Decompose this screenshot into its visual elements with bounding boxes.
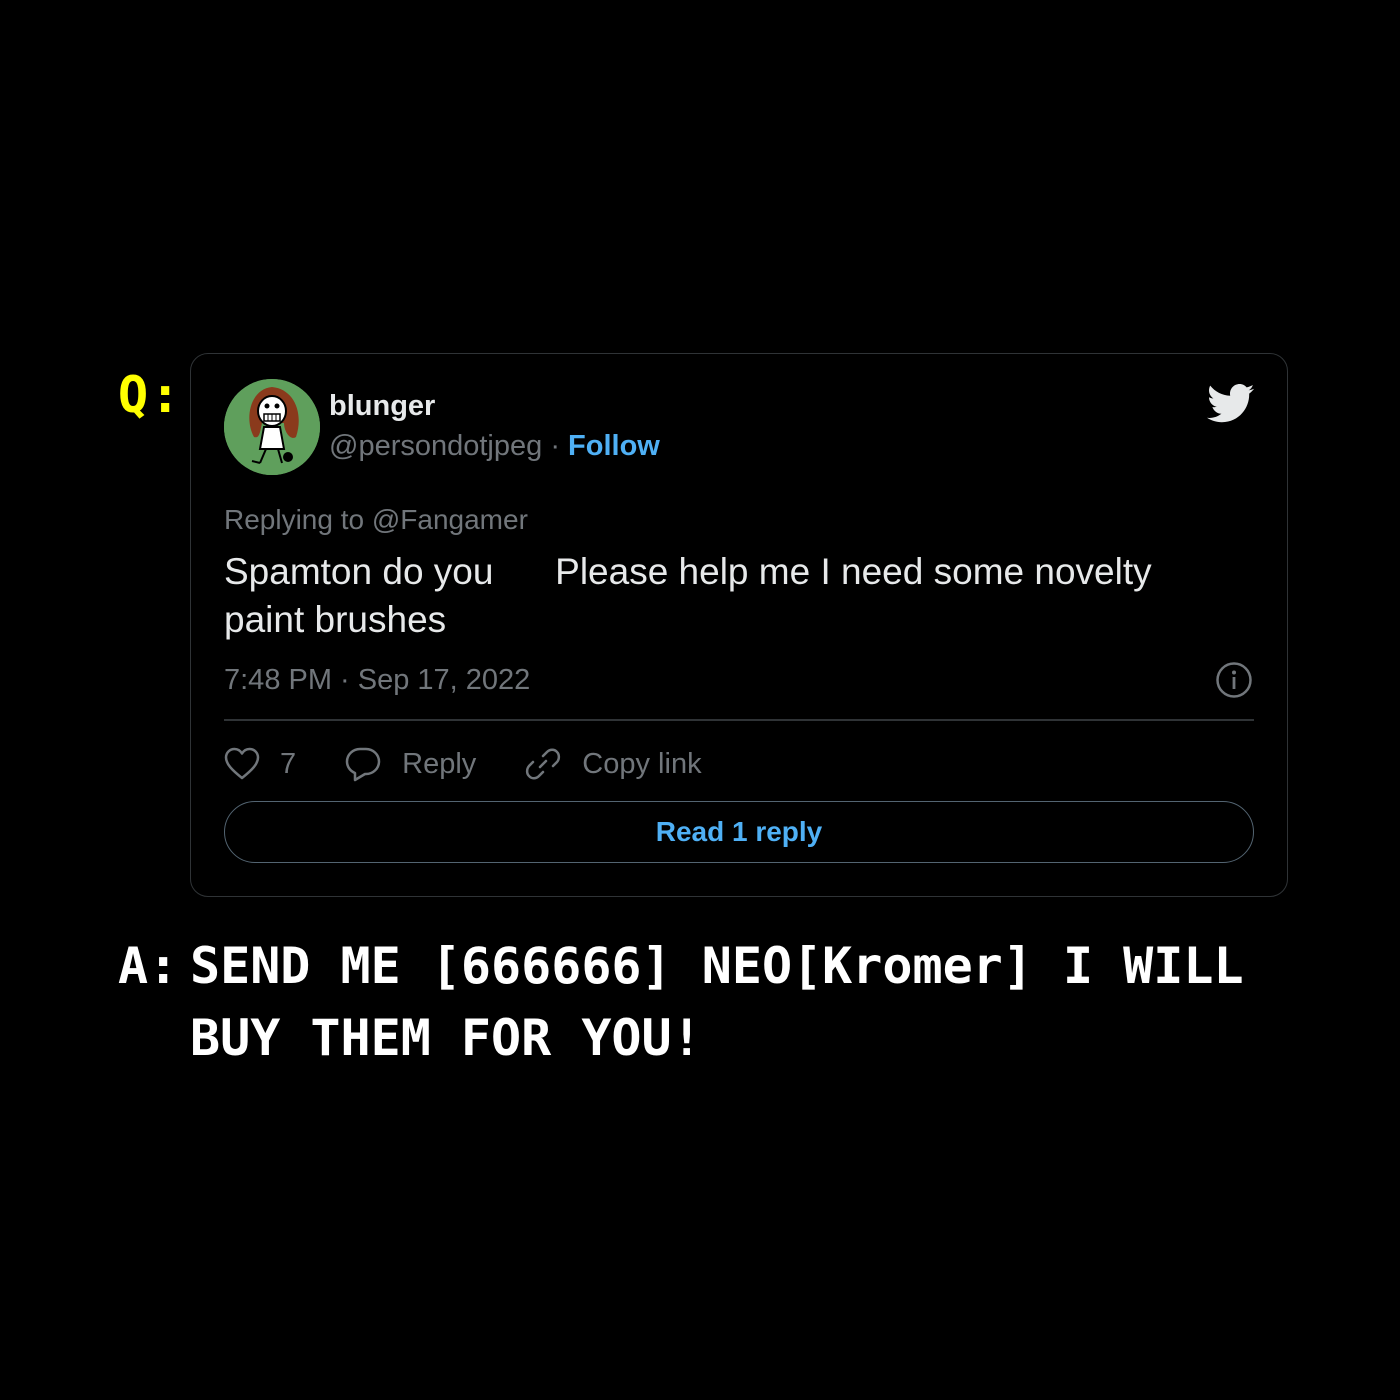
like-count: 7 (280, 747, 297, 780)
avatar[interactable] (224, 379, 320, 475)
replying-to[interactable]: Replying to @Fangamer (224, 504, 528, 536)
question-label: Q: (118, 366, 183, 424)
action-bar: 7 Reply Copy link (224, 742, 750, 786)
speech-bubble-icon (345, 747, 381, 782)
reply-button[interactable]: Reply (344, 746, 476, 782)
twitter-bird-icon[interactable] (1207, 384, 1255, 424)
reply-label: Reply (402, 747, 477, 780)
like-button[interactable]: 7 (224, 747, 296, 781)
tweet-body: Spamton do you Please help me I need som… (224, 548, 1264, 644)
divider (224, 719, 1254, 721)
page: Q: blunger @persondotjpeg · Follow Reply… (0, 0, 1400, 1400)
display-name[interactable]: blunger (329, 390, 435, 423)
embedded-tweet-card[interactable]: blunger @persondotjpeg · Follow Replying… (190, 353, 1288, 897)
follow-button[interactable]: Follow (568, 430, 660, 462)
heart-icon (224, 747, 260, 780)
read-replies-button[interactable]: Read 1 reply (224, 801, 1254, 863)
copy-link-button[interactable]: Copy link (524, 745, 702, 783)
tweet-timestamp[interactable]: 7:48 PM · Sep 17, 2022 (224, 664, 530, 697)
answer-label: A: (118, 937, 179, 995)
tweet-body-line: paint brushes (224, 599, 447, 640)
copy-link-label: Copy link (582, 747, 702, 780)
answer-text: SEND ME [666666] NEO[Kromer] I WILL BUY … (190, 937, 1244, 1067)
handle-line: @persondotjpeg · Follow (329, 430, 660, 463)
tweet-body-line: Spamton do you Please help me I need som… (224, 551, 1152, 592)
info-icon[interactable] (1215, 661, 1253, 699)
link-icon (526, 748, 561, 780)
user-handle[interactable]: @persondotjpeg (329, 430, 542, 462)
separator-dot: · (542, 430, 569, 462)
